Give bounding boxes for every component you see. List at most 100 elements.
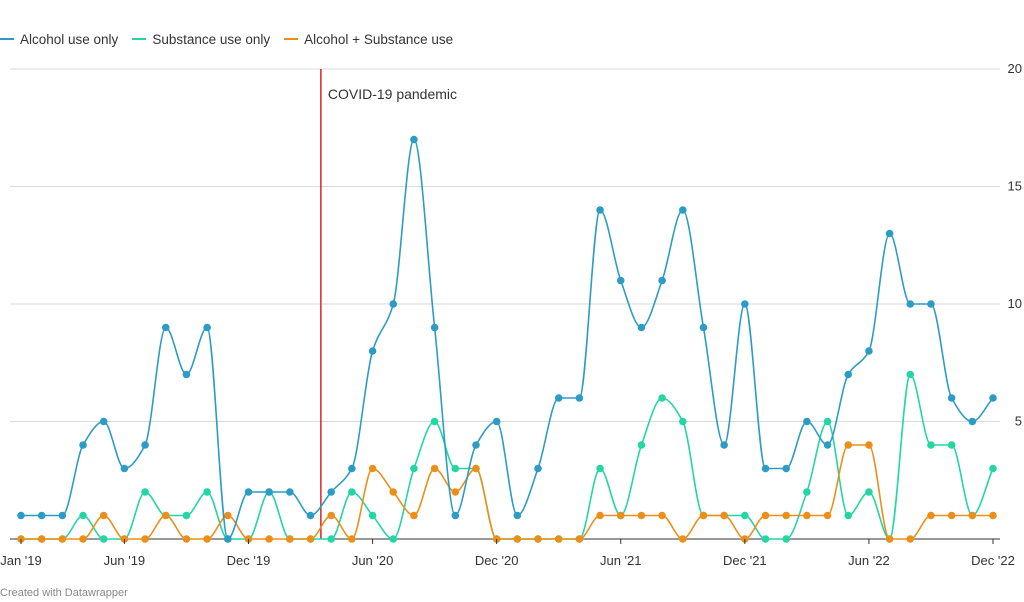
data-point-alcohol [368, 347, 377, 355]
series-line-combined [20, 444, 993, 540]
data-point-alcohol [472, 441, 480, 449]
data-point-alcohol [161, 323, 170, 332]
data-point-combined [37, 535, 46, 543]
data-point-combined [265, 535, 273, 543]
y-tick-label: 10 [1008, 296, 1022, 311]
data-point-alcohol [575, 394, 584, 402]
data-point-combined [699, 511, 708, 520]
data-point-substance [844, 511, 853, 520]
data-point-alcohol [616, 276, 625, 285]
data-point-combined [182, 535, 191, 543]
data-point-alcohol [844, 370, 853, 379]
data-point-combined [968, 511, 977, 520]
data-point-alcohol [451, 511, 460, 520]
data-point-combined [803, 511, 811, 520]
data-point-substance [327, 535, 336, 543]
data-point-alcohol [782, 464, 790, 473]
data-point-alcohol [637, 323, 646, 332]
series-layer [17, 135, 997, 543]
data-point-substance [927, 441, 935, 449]
data-point-alcohol [37, 511, 46, 520]
data-point-alcohol [430, 323, 439, 332]
series-alcohol [17, 135, 997, 543]
data-point-alcohol [79, 441, 87, 449]
y-tick-label: 15 [1008, 179, 1022, 194]
data-point-combined [368, 464, 377, 473]
x-axis-ticks: Jan '19 Jun '19 Dec '19 Jun '20 Dec '20 Jun '… [0, 539, 1015, 568]
data-point-alcohol [244, 488, 253, 496]
data-point-substance [348, 488, 356, 496]
data-point-alcohol [327, 488, 336, 496]
x-tick-label: Jun '20 [352, 553, 394, 568]
data-point-combined [844, 441, 853, 449]
data-point-substance [451, 464, 460, 473]
y-tick-label: 20 [1008, 61, 1022, 76]
data-point-substance [823, 417, 832, 426]
data-point-combined [637, 511, 646, 520]
data-point-substance [989, 464, 997, 473]
data-point-combined [327, 511, 336, 520]
data-point-combined [554, 535, 563, 543]
data-point-alcohol [865, 347, 873, 355]
credit-text: Created with Datawrapper [0, 587, 128, 599]
data-point-combined [203, 535, 211, 543]
data-point-combined [865, 441, 873, 449]
data-point-alcohol [554, 394, 563, 402]
data-point-alcohol [182, 370, 191, 379]
data-point-alcohol [823, 441, 832, 449]
data-point-substance [79, 511, 87, 520]
data-point-alcohol [513, 511, 522, 520]
data-point-substance [947, 441, 956, 449]
data-point-combined [575, 535, 584, 543]
data-point-combined [161, 511, 170, 520]
data-point-alcohol [596, 206, 604, 214]
series-combined [17, 441, 997, 543]
data-point-combined [141, 535, 149, 543]
data-point-alcohol [741, 300, 749, 308]
data-point-alcohol [265, 488, 273, 496]
data-point-combined [885, 535, 894, 543]
data-point-substance [410, 464, 418, 473]
data-point-alcohol [658, 276, 666, 285]
x-tick-label: Jan '19 [0, 553, 42, 568]
annotation-label: COVID-19 pandemic [328, 86, 457, 102]
data-point-alcohol [203, 323, 211, 332]
data-point-alcohol [224, 535, 232, 543]
data-point-combined [658, 511, 666, 520]
data-point-alcohol [141, 441, 149, 449]
data-point-substance [182, 511, 191, 520]
data-point-combined [513, 535, 522, 543]
data-point-alcohol [720, 441, 728, 449]
x-tick-label: Jun '21 [600, 553, 642, 568]
x-tick-label: Dec '20 [475, 553, 519, 568]
grid-layer [10, 68, 1000, 540]
data-point-combined [947, 511, 956, 520]
data-point-combined [678, 535, 687, 543]
data-point-combined [927, 511, 935, 520]
data-point-alcohol [885, 229, 894, 238]
data-point-combined [823, 511, 832, 520]
data-point-combined [472, 464, 480, 473]
data-point-alcohol [410, 135, 418, 144]
x-tick-label: Jun '22 [848, 553, 890, 568]
x-tick-label: Dec '22 [971, 553, 1015, 568]
y-axis-ticks: 5 10 15 20 [1008, 61, 1022, 429]
data-point-combined [720, 511, 728, 520]
data-point-combined [306, 535, 315, 543]
data-point-substance [741, 511, 749, 520]
data-point-alcohol [492, 417, 501, 426]
data-point-substance [637, 441, 646, 449]
data-point-combined [451, 488, 460, 496]
data-point-alcohol [968, 417, 977, 426]
data-point-combined [348, 535, 356, 543]
data-point-substance [865, 488, 873, 496]
data-point-combined [286, 535, 294, 543]
data-point-combined [99, 511, 108, 520]
data-point-combined [224, 511, 232, 520]
data-point-combined [58, 535, 67, 543]
data-point-alcohol [906, 300, 915, 308]
data-point-alcohol [947, 394, 956, 402]
x-tick-label: Dec '21 [723, 553, 767, 568]
data-point-substance [430, 417, 439, 426]
data-point-combined [616, 511, 625, 520]
